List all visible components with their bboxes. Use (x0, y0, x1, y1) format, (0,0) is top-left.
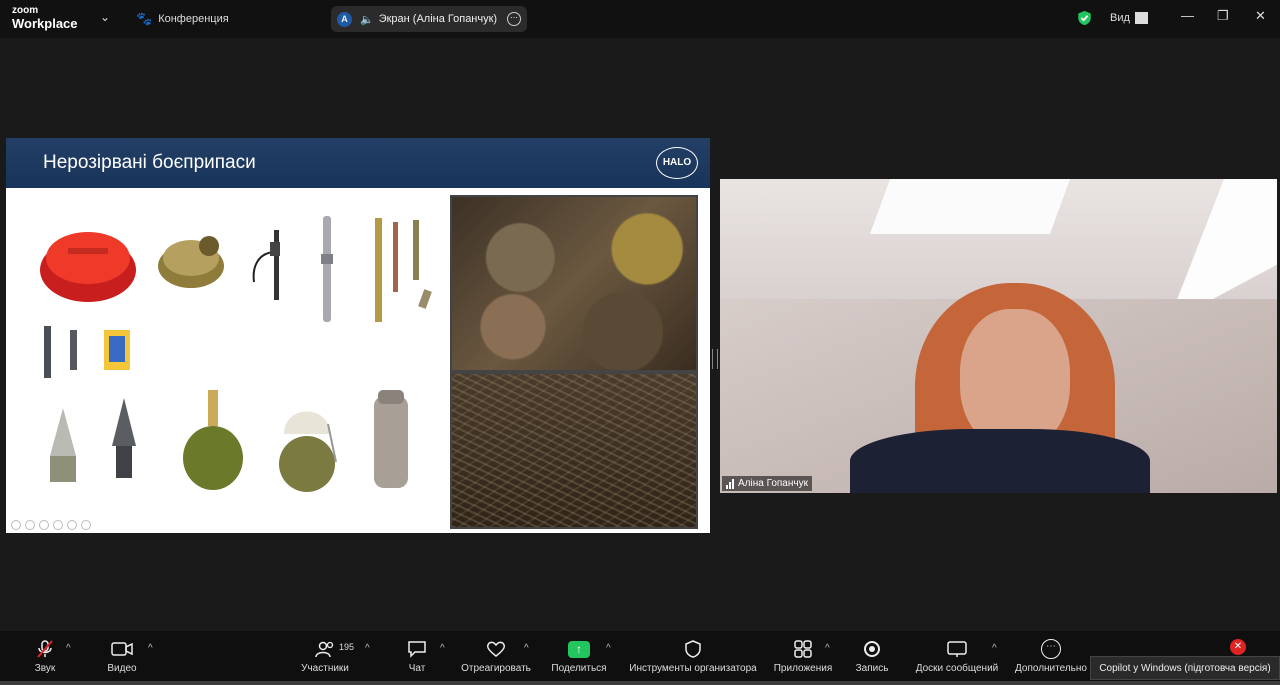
pen-icon[interactable] (39, 520, 49, 530)
share-label: Поделиться (551, 663, 607, 674)
meeting-title: Конференция (158, 13, 229, 25)
close-button[interactable]: ✕ (1255, 8, 1266, 24)
audio-button[interactable]: Звук (28, 638, 62, 674)
rocket-warhead-image (112, 398, 136, 478)
heart-icon (460, 638, 532, 660)
participant-body (850, 429, 1150, 493)
video-options-caret-icon[interactable]: ^ (148, 643, 153, 654)
apps-label: Приложения (773, 663, 833, 674)
slide-header: Нерозірвані боєприпаси HALO (6, 138, 710, 188)
video-label: Видео (107, 663, 137, 674)
view-button[interactable]: Вид (1110, 12, 1148, 24)
rgd-grenade-image (279, 411, 337, 492)
fuze-wire-image (252, 230, 280, 300)
chevron-down-icon[interactable]: ⌄ (100, 10, 110, 24)
more-options-icon[interactable]: ⋯ (507, 12, 521, 26)
minimize-button[interactable]: — (1181, 8, 1194, 23)
avatar: A (337, 11, 352, 27)
slide-title: Нерозірвані боєприпаси (43, 152, 256, 173)
react-button[interactable]: Отреагировать (460, 638, 532, 674)
view-label: Вид (1110, 12, 1130, 24)
grid-icon[interactable] (53, 520, 63, 530)
chat-label: Чат (408, 663, 426, 674)
screen-share-label: Экран (Аліна Гопанчук) (378, 13, 498, 25)
title-bar: zoom Workplace ⌄ 🐾 Конференция A 🔈 Экран… (0, 0, 1280, 38)
whiteboards-button[interactable]: Доски сообщений (912, 638, 1002, 674)
more-icon: ⋯ (1012, 638, 1090, 660)
chat-button[interactable]: Чат (402, 638, 432, 674)
next-slide-icon[interactable] (25, 520, 35, 530)
participants-count: 195 (339, 642, 355, 652)
grenade-canister-image (374, 390, 408, 488)
prev-slide-icon[interactable] (11, 520, 21, 530)
participants-options-caret-icon[interactable]: ^ (365, 643, 370, 654)
audio-options-caret-icon[interactable]: ^ (66, 643, 71, 654)
react-options-caret-icon[interactable]: ^ (524, 643, 529, 654)
record-label: Запись (855, 663, 889, 674)
share-screen-icon: ↑ (550, 638, 608, 660)
fuze-set-image (375, 218, 432, 322)
logo-workplace-text: Workplace (12, 16, 78, 31)
signal-icon (726, 478, 734, 489)
encryption-shield-icon[interactable] (1077, 10, 1092, 26)
view-layout-icon (1134, 12, 1148, 24)
matchbox-image (104, 330, 130, 370)
muted-mic-icon (28, 638, 62, 660)
share-button[interactable]: ↑ Поделиться (550, 638, 608, 674)
more-label: Дополнительно (1015, 663, 1087, 674)
rpg-head-image (50, 408, 76, 482)
host-tools-button[interactable]: Инструменты организатора (626, 638, 760, 674)
host-tools-label: Инструменты организатора (629, 663, 757, 674)
whiteboards-label: Доски сообщений (915, 663, 999, 674)
chat-icon (402, 638, 432, 660)
speaker-icon: 🔈 (360, 13, 374, 26)
taskbar-strip (0, 681, 1280, 685)
frag-grenade-image (183, 390, 243, 490)
meeting-info[interactable]: 🐾 Конференция (136, 11, 229, 27)
shared-screen-slide: Нерозірвані боєприпаси HALO (6, 138, 710, 533)
record-button[interactable]: Запись (852, 638, 892, 674)
whiteboards-options-caret-icon[interactable]: ^ (992, 643, 997, 654)
react-label: Отреагировать (461, 663, 531, 674)
participant-video[interactable]: Аліна Гопанчук (720, 179, 1277, 493)
apps-options-caret-icon[interactable]: ^ (825, 643, 830, 654)
screen-share-indicator[interactable]: A 🔈 Экран (Аліна Гопанчук) ⋯ (331, 6, 527, 32)
record-icon (852, 638, 892, 660)
shield-icon (626, 638, 760, 660)
leave-close-icon[interactable]: ✕ (1230, 639, 1246, 655)
field-photo-grenades-leaves (450, 195, 698, 372)
resize-divider[interactable] (712, 349, 718, 369)
participant-name-tag: Аліна Гопанчук (722, 476, 812, 491)
video-button[interactable]: Видео (103, 638, 141, 674)
zoom-out-icon[interactable] (81, 520, 91, 530)
meeting-toolbar: Звук ^ Видео ^ Участники 195 ^ Чат ^ Отр… (0, 631, 1280, 685)
ceiling-light (869, 179, 1071, 234)
tripwire-fuze-image (321, 216, 333, 322)
chat-options-caret-icon[interactable]: ^ (440, 643, 445, 654)
slide-controls (11, 520, 91, 530)
whiteboard-icon (912, 638, 1002, 660)
participants-label: Участники (301, 663, 349, 674)
more-button[interactable]: ⋯ Дополнительно (1012, 638, 1090, 674)
participant-face (960, 309, 1070, 449)
camera-icon (103, 638, 141, 660)
share-options-caret-icon[interactable]: ^ (606, 643, 611, 654)
zoom-logo: zoom Workplace (12, 5, 78, 31)
paw-icon: 🐾 (136, 11, 153, 26)
detonators-image (44, 326, 77, 378)
logo-zoom-text: zoom (12, 5, 39, 16)
zoom-in-icon[interactable] (67, 520, 77, 530)
audio-label: Звук (34, 663, 56, 674)
olive-landmine-image (158, 236, 224, 288)
participant-name: Аліна Гопанчук (738, 478, 808, 489)
restore-button[interactable]: ❐ (1217, 8, 1229, 24)
field-photo-buried-munition (450, 372, 698, 529)
copilot-tooltip: Copilot у Windows (підготовча версія) (1090, 656, 1280, 680)
red-landmine-image (40, 232, 136, 302)
halo-trust-logo: HALO (656, 147, 698, 179)
